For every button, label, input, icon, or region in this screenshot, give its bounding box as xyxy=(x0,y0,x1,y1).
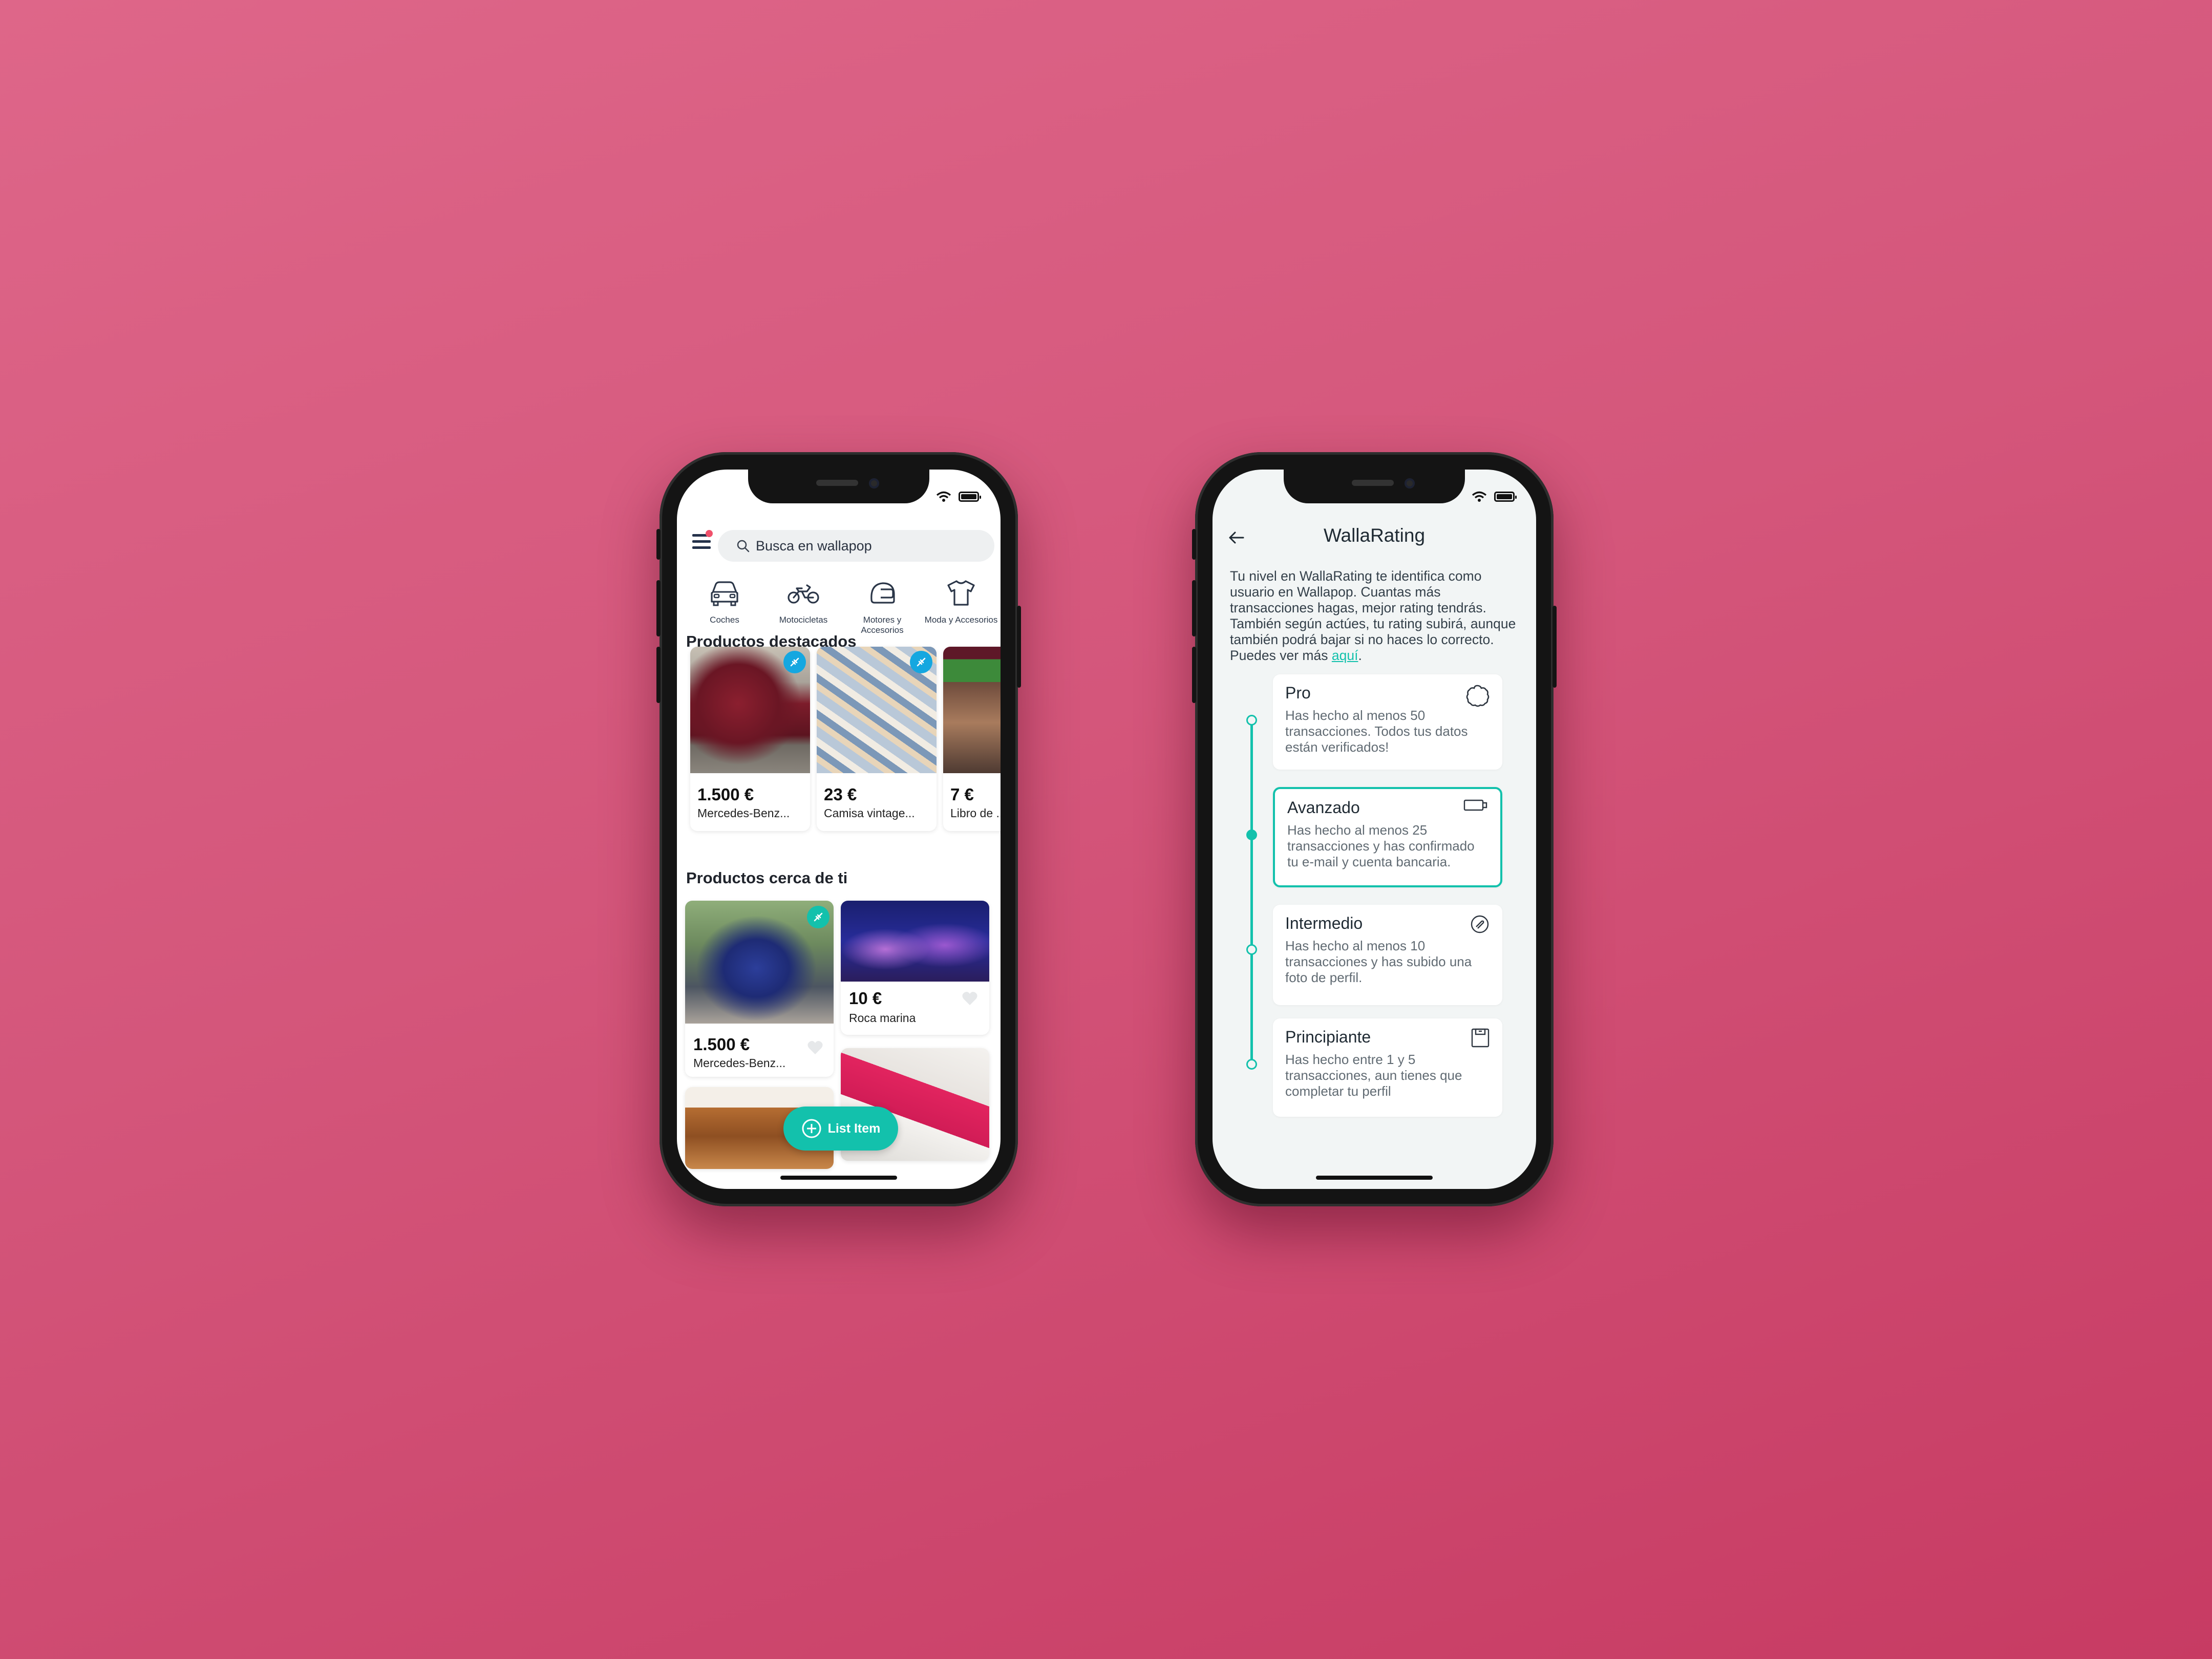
product-card[interactable]: 23 € Camisa vintage... xyxy=(817,647,937,831)
card-icon xyxy=(1463,799,1487,811)
level-description: Has hecho al menos 50 transacciones. Tod… xyxy=(1285,708,1468,755)
product-card[interactable]: 10 € Roca marina xyxy=(841,901,989,1035)
product-name: Libro de ... xyxy=(950,806,1001,820)
home-screen: Busca en wallapop Coches Motocicletas Mo… xyxy=(677,470,1001,1189)
search-icon xyxy=(737,540,750,552)
menu-icon[interactable] xyxy=(692,530,713,551)
page-title: WallaRating xyxy=(1323,525,1426,546)
timeline-dot xyxy=(1246,715,1257,726)
featured-carousel[interactable]: 1.500 € Mercedes-Benz... 23 € Camisa vin… xyxy=(690,647,1001,831)
favorite-icon[interactable] xyxy=(962,991,978,1006)
product-name: Mercedes-Benz... xyxy=(697,806,790,820)
search-bar[interactable]: Busca en wallapop xyxy=(718,530,994,562)
level-description: Has hecho al menos 25 transacciones y ha… xyxy=(1287,822,1475,869)
level-name: Principiante xyxy=(1285,1028,1371,1046)
featured-badge-icon xyxy=(910,651,932,673)
volume-up-button xyxy=(656,580,661,636)
product-price: 7 € xyxy=(950,785,974,804)
category-motores-accesorios[interactable]: Motores y Accesorios xyxy=(843,577,922,635)
timeline-line xyxy=(1250,717,1253,1066)
product-price: 23 € xyxy=(824,785,857,804)
level-name: Pro xyxy=(1285,684,1311,702)
tshirt-icon xyxy=(947,580,975,606)
power-button xyxy=(1552,606,1557,688)
level-description: Has hecho entre 1 y 5 transacciones, aun… xyxy=(1285,1052,1462,1099)
product-card[interactable]: 1.500 € Mercedes-Benz... xyxy=(690,647,810,831)
featured-badge-icon xyxy=(783,651,806,673)
timeline-dot-active xyxy=(1246,830,1257,840)
category-label: Coches xyxy=(710,615,739,625)
level-card-principiante[interactable]: Principiante Has hecho entre 1 y 5 trans… xyxy=(1273,1018,1502,1117)
category-coches[interactable]: Coches xyxy=(685,577,764,635)
power-button xyxy=(1017,606,1021,688)
level-description: Has hecho al menos 10 transacciones y ha… xyxy=(1285,938,1472,985)
category-label: Motocicletas xyxy=(779,615,828,625)
wifi-icon xyxy=(1472,491,1487,502)
product-price: 1.500 € xyxy=(697,785,754,804)
category-moda-accesorios[interactable]: Moda y Accesorios xyxy=(922,577,1001,635)
product-card[interactable]: 1.500 € Mercedes-Benz... xyxy=(685,901,834,1077)
phone-left: Busca en wallapop Coches Motocicletas Mo… xyxy=(656,452,1021,1206)
product-card[interactable]: 7 € Libro de ... xyxy=(943,647,1001,831)
favorite-icon[interactable] xyxy=(807,1040,823,1055)
product-price: 1.500 € xyxy=(693,1035,750,1054)
intro-text: Tu nivel en WallaRating te identifica co… xyxy=(1230,568,1516,663)
category-bar: Coches Motocicletas Motores y Accesorios… xyxy=(685,577,1001,635)
search-placeholder: Busca en wallapop xyxy=(756,538,872,554)
volume-up-button xyxy=(1192,580,1196,636)
category-label: Moda y Accesorios xyxy=(924,615,998,625)
product-name: Roca marina xyxy=(849,1011,916,1025)
level-card-avanzado[interactable]: Avanzado Has hecho al menos 25 transacci… xyxy=(1273,787,1502,887)
product-name: Mercedes-Benz... xyxy=(693,1056,786,1070)
car-icon xyxy=(711,581,738,606)
mute-switch xyxy=(1192,529,1196,560)
level-name: Avanzado xyxy=(1287,798,1360,817)
featured-badge-icon xyxy=(807,906,830,928)
level-card-intermedio[interactable]: Intermedio Has hecho al menos 10 transac… xyxy=(1273,905,1502,1005)
product-image xyxy=(943,647,1001,773)
phone-right: WallaRating Tu nivel en WallaRating te i… xyxy=(1192,452,1557,1206)
timeline-dot xyxy=(1246,944,1257,955)
wallarating-screen: WallaRating Tu nivel en WallaRating te i… xyxy=(1213,470,1536,1189)
intro-link[interactable]: aquí xyxy=(1332,648,1358,663)
pro-badge-icon xyxy=(1466,685,1490,707)
notification-dot xyxy=(706,530,713,537)
intro-body: Tu nivel en WallaRating te identifica co… xyxy=(1230,568,1516,663)
home-indicator[interactable] xyxy=(780,1176,897,1180)
motorcycle-icon xyxy=(788,584,819,604)
mute-switch xyxy=(656,529,661,560)
list-item-label: List Item xyxy=(827,1121,881,1136)
photo-icon xyxy=(1471,915,1489,933)
product-image xyxy=(841,901,989,982)
product-price: 10 € xyxy=(849,989,882,1008)
nearby-title: Productos cerca de ti xyxy=(686,869,848,887)
level-name: Intermedio xyxy=(1285,914,1363,932)
plus-circle-icon xyxy=(802,1119,821,1138)
volume-down-button xyxy=(656,647,661,703)
timeline-dot xyxy=(1246,1059,1257,1070)
home-indicator[interactable] xyxy=(1316,1176,1433,1180)
notch xyxy=(1284,470,1465,503)
profile-icon xyxy=(1471,1028,1490,1048)
notch xyxy=(748,470,929,503)
helmet-icon xyxy=(870,582,895,604)
volume-down-button xyxy=(1192,647,1196,703)
level-card-pro[interactable]: Pro Has hecho al menos 50 transacciones.… xyxy=(1273,674,1502,770)
list-item-button[interactable]: List Item xyxy=(783,1107,898,1151)
status-bar xyxy=(936,491,981,502)
status-bar xyxy=(1472,491,1517,502)
battery-icon xyxy=(959,492,981,502)
product-name: Camisa vintage... xyxy=(824,806,915,820)
wifi-icon xyxy=(936,491,951,502)
battery-icon xyxy=(1494,492,1517,502)
category-motocicletas[interactable]: Motocicletas xyxy=(764,577,843,635)
